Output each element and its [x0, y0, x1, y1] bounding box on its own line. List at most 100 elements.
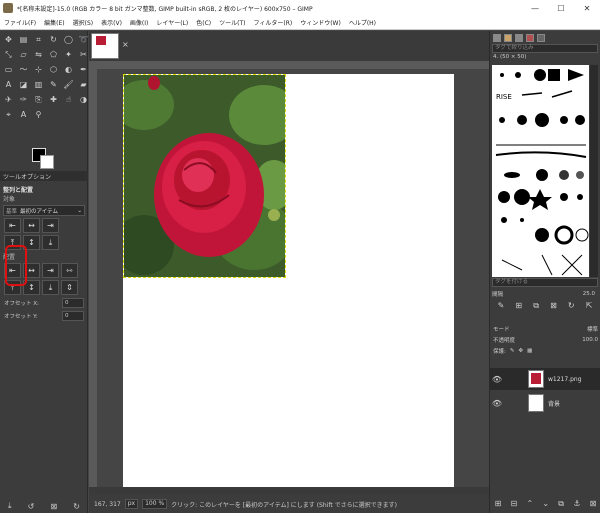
new-brush-icon[interactable]: ⊞ — [515, 301, 522, 313]
close-icon[interactable]: × — [122, 40, 129, 49]
pencil-icon[interactable]: ✎ — [47, 78, 60, 91]
rose-photo-layer[interactable] — [123, 74, 286, 278]
layer-mode-value[interactable]: 標準 — [587, 325, 598, 333]
fg-select-icon[interactable]: ◐ — [62, 63, 75, 76]
brush-scrollbar[interactable] — [590, 65, 598, 277]
menu-layer[interactable]: レイヤー(L) — [152, 18, 192, 27]
ellipse-select-icon[interactable]: ◯ — [62, 33, 75, 46]
menu-view[interactable]: 表示(V) — [97, 18, 126, 27]
brush-tag-input[interactable]: タグを付ける — [492, 278, 598, 287]
menu-edit[interactable]: 編集(E) — [40, 18, 68, 27]
new-group-icon[interactable]: ⊟ — [511, 499, 518, 511]
fg-bg-colors[interactable] — [30, 147, 56, 171]
tab-tool-options[interactable]: ツールオプション — [0, 172, 54, 181]
brush-as-image-icon[interactable]: ⇱ — [586, 301, 593, 313]
ink-icon[interactable]: ✑ — [17, 93, 30, 106]
zoom-select[interactable]: 100 % — [142, 499, 168, 509]
relative-to-combo[interactable]: 基準 最初のアイテム ⌄ — [3, 205, 85, 216]
reset-options-icon[interactable]: ↻ — [73, 502, 80, 511]
tab-fonts[interactable] — [515, 33, 523, 42]
tab-gradients[interactable] — [526, 33, 534, 42]
flip-tool-icon[interactable]: ⇋ — [32, 48, 45, 61]
delete-layer-icon[interactable]: ⊠ — [590, 499, 597, 511]
scale-tool-icon[interactable]: ⤡ — [2, 48, 15, 61]
image-tab-thumbnail[interactable] — [91, 33, 119, 59]
align-center-button[interactable]: ↔ — [23, 218, 40, 233]
gradient-icon[interactable]: ▥ — [32, 78, 45, 91]
crop-tool-icon[interactable]: ⌗ — [32, 33, 45, 46]
delete-options-icon[interactable]: ⊠ — [50, 502, 57, 511]
maximize-button[interactable]: ☐ — [548, 4, 574, 13]
save-options-icon[interactable]: ⤓ — [8, 501, 12, 511]
perspective-tool-icon[interactable]: ⬠ — [47, 48, 60, 61]
edit-brush-icon[interactable]: ✎ — [498, 301, 505, 313]
menu-windows[interactable]: ウィンドウ(W) — [296, 18, 345, 27]
menu-image[interactable]: 画像(I) — [126, 18, 152, 27]
distribute-bottom-button[interactable]: ⤓ — [42, 280, 59, 295]
align-left-edge-button[interactable]: ⇤ — [4, 218, 21, 233]
layer-name[interactable]: w1217.png — [548, 376, 582, 383]
lock-pixels-icon[interactable]: ✎ — [510, 348, 515, 354]
lock-alpha-icon[interactable]: ▦ — [527, 348, 532, 354]
duplicate-brush-icon[interactable]: ⧉ — [533, 301, 539, 313]
new-layer-icon[interactable]: ⊞ — [495, 499, 502, 511]
lock-position-icon[interactable]: ✥ — [518, 348, 523, 354]
duplicate-layer-icon[interactable]: ⧉ — [558, 499, 564, 511]
rotate-tool-icon[interactable]: ↻ — [47, 33, 60, 46]
align-right-edge-button[interactable]: ⇥ — [42, 218, 59, 233]
handle-tool-icon[interactable]: ⊹ — [32, 63, 45, 76]
menu-select[interactable]: 選択(S) — [69, 18, 98, 27]
menu-tools[interactable]: ツール(T) — [215, 18, 249, 27]
delete-brush-icon[interactable]: ⊠ — [550, 301, 557, 313]
align-bottom-button[interactable]: ⤓ — [42, 235, 59, 250]
bucket-fill-icon[interactable]: ◪ — [17, 78, 30, 91]
raise-layer-icon[interactable]: ⌃ — [526, 499, 533, 511]
anchor-layer-icon[interactable]: ⚓ — [573, 499, 580, 511]
tab-document-history[interactable] — [537, 33, 545, 42]
lower-layer-icon[interactable]: ⌄ — [542, 499, 549, 511]
layer-name[interactable]: 背景 — [548, 399, 560, 408]
clone-icon[interactable]: ⎘ — [32, 93, 45, 106]
layer-mode-row[interactable]: モード 標準 — [490, 323, 600, 334]
vertical-ruler[interactable] — [89, 69, 97, 487]
warp-tool-icon[interactable]: 〜 — [17, 63, 30, 76]
zoom-icon[interactable]: ⚲ — [32, 108, 45, 121]
horizontal-ruler[interactable] — [89, 61, 489, 69]
horizontal-scrollbar[interactable] — [89, 487, 489, 495]
airbrush-icon[interactable]: ✈ — [2, 93, 15, 106]
refresh-brushes-icon[interactable]: ↻ — [568, 301, 575, 313]
move-tool-icon[interactable]: ✥ — [2, 33, 15, 46]
align-tool-icon[interactable]: ▤ — [17, 33, 30, 46]
background-color-swatch[interactable] — [40, 155, 54, 169]
offset-y-input[interactable]: 0 — [62, 311, 84, 321]
cage-tool-icon[interactable]: ⬡ — [47, 63, 60, 76]
text-tool-icon[interactable]: A — [2, 78, 15, 91]
brush-filter-input[interactable]: タグで絞り込み — [492, 44, 598, 53]
spacing-value[interactable]: 25.0 — [583, 291, 598, 297]
canvas-area[interactable] — [89, 61, 489, 487]
tab-patterns[interactable] — [504, 33, 512, 42]
menu-help[interactable]: ヘルプ(H) — [345, 18, 380, 27]
menu-file[interactable]: ファイル(F) — [0, 18, 40, 27]
layer-row[interactable]: 👁 背景 — [490, 392, 600, 414]
smudge-icon[interactable]: ☝ — [62, 93, 75, 106]
minimize-button[interactable]: — — [522, 4, 548, 13]
offset-x-input[interactable]: 0 — [62, 298, 84, 308]
tab-brushes[interactable] — [493, 33, 501, 42]
heal-icon[interactable]: ✚ — [47, 93, 60, 106]
unit-select[interactable]: px — [124, 499, 139, 509]
restore-options-icon[interactable]: ↺ — [28, 502, 35, 511]
opacity-value[interactable]: 100.0 — [582, 337, 598, 343]
color-picker-icon[interactable]: ⌖ — [2, 108, 15, 121]
menu-colors[interactable]: 色(C) — [192, 18, 215, 27]
rect-select-icon[interactable]: ▭ — [2, 63, 15, 76]
close-window-button[interactable]: ✕ — [574, 4, 600, 13]
brush-grid[interactable]: RISE — [492, 65, 589, 277]
layer-opacity-row[interactable]: 不透明度 100.0 — [490, 334, 600, 345]
distribute-right-button[interactable]: ⇥ — [42, 263, 59, 278]
menu-filters[interactable]: フィルター(R) — [249, 18, 296, 27]
brush-spacing[interactable]: 間隔 25.0 — [492, 289, 598, 299]
shear-tool-icon[interactable]: ▱ — [17, 48, 30, 61]
distribute-vspace-button[interactable]: ⇕ — [61, 280, 78, 295]
layer-row[interactable]: 👁 w1217.png — [490, 368, 600, 390]
